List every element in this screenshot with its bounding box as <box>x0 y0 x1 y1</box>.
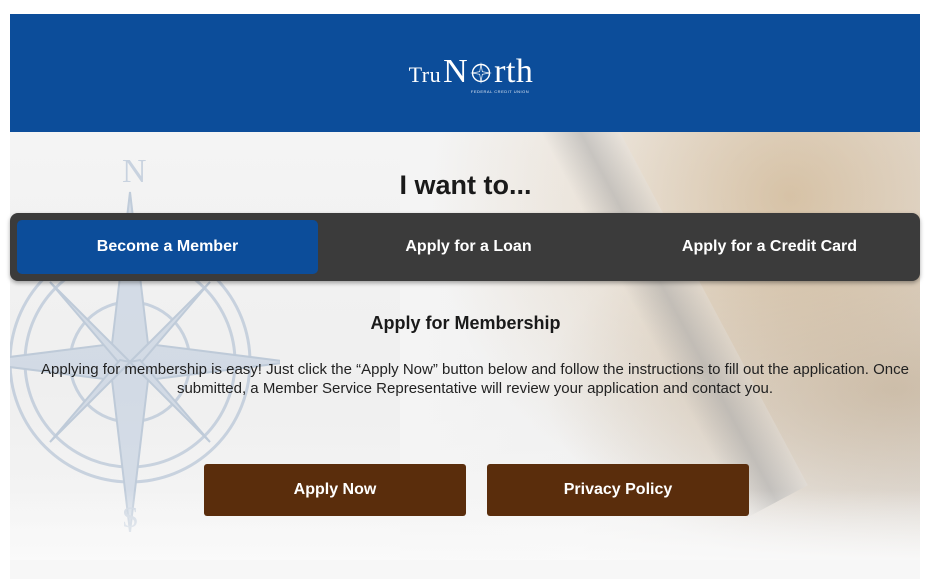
tab-apply-loan[interactable]: Apply for a Loan <box>318 213 619 281</box>
tab-apply-credit-card[interactable]: Apply for a Credit Card <box>619 213 920 281</box>
trunorth-logo[interactable]: Tru N rth FEDERAL CREDIT UNION <box>10 14 920 132</box>
footer-strip <box>10 560 920 579</box>
logo-subtitle: FEDERAL CREDIT UNION <box>470 88 530 94</box>
apply-now-button[interactable]: Apply Now <box>204 464 466 516</box>
page-title: I want to... <box>399 170 532 200</box>
compass-star-icon <box>470 61 493 84</box>
privacy-policy-button[interactable]: Privacy Policy <box>487 464 749 516</box>
section-description: Applying for membership is easy! Just cl… <box>41 361 909 397</box>
tab-label: Become a Member <box>96 238 239 255</box>
tab-bar: Become a Member Apply for a Loan Apply f… <box>10 213 920 281</box>
section-heading: Apply for Membership <box>370 313 561 333</box>
page: Tru N rth FEDERAL CREDIT UNION N I want … <box>0 0 931 579</box>
logo-text-rth: rth <box>494 52 534 90</box>
tab-label: Apply for a Loan <box>405 238 532 255</box>
logo-text-n: N <box>443 52 469 90</box>
logo-wordmark: Tru N rth <box>409 53 534 91</box>
tab-label: Apply for a Credit Card <box>681 238 858 255</box>
logo-text-tru: Tru <box>408 61 442 87</box>
header-banner: Tru N rth FEDERAL CREDIT UNION <box>10 14 920 132</box>
tab-become-member[interactable]: Become a Member <box>17 220 318 274</box>
